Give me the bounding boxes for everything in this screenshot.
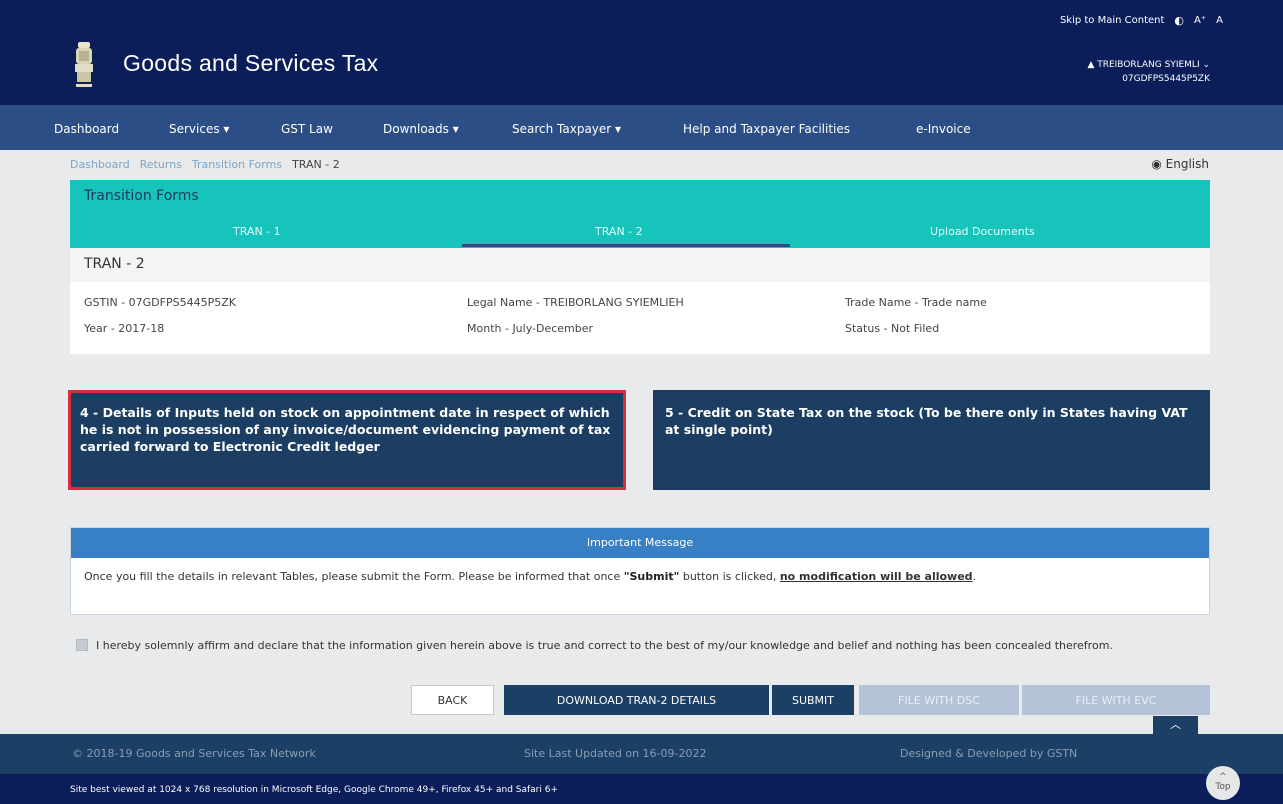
footer-designed: Designed & Developed by GSTN xyxy=(900,747,1078,760)
declaration-text: I hereby solemnly affirm and declare tha… xyxy=(96,639,1113,652)
file-with-dsc-button[interactable]: FILE WITH DSC xyxy=(859,685,1019,715)
month-value: Month - July-December xyxy=(467,322,594,335)
font-increase-button[interactable]: A⁺ xyxy=(1194,15,1206,26)
year-value: Year - 2017-18 xyxy=(84,322,165,335)
download-tran2-button[interactable]: DOWNLOAD TRAN-2 DETAILS xyxy=(504,685,769,715)
back-to-top-button[interactable]: ^ Top xyxy=(1206,766,1240,800)
breadcrumb: Dashboard Returns Transition Forms TRAN … xyxy=(70,158,340,171)
chevron-up-icon[interactable]: ︿ xyxy=(1153,716,1198,734)
skip-to-main-link[interactable]: Skip to Main Content xyxy=(1060,15,1164,26)
top-label: Top xyxy=(1215,782,1231,792)
language-selector[interactable]: ◉ English xyxy=(1151,157,1209,171)
font-normal-button[interactable]: A xyxy=(1216,15,1223,26)
tab-upload-documents[interactable]: Upload Documents xyxy=(930,225,1035,238)
file-with-evc-button[interactable]: FILE WITH EVC xyxy=(1022,685,1210,715)
form-details: TRAN - 2 GSTIN - 07GDFPS5445P5ZK Legal N… xyxy=(70,248,1210,354)
main-nav: Dashboard Services ▾ GST Law Downloads ▾… xyxy=(0,105,1283,150)
nav-gst-law[interactable]: GST Law xyxy=(281,122,333,136)
breadcrumb-dashboard[interactable]: Dashboard xyxy=(70,158,130,171)
nav-help-facilities[interactable]: Help and Taxpayer Facilities xyxy=(683,122,850,136)
submit-button[interactable]: SUBMIT xyxy=(772,685,854,715)
status-value: Status - Not Filed xyxy=(845,322,940,335)
trade-name-value: Trade Name - Trade name xyxy=(845,296,987,309)
breadcrumb-returns[interactable]: Returns xyxy=(140,158,182,171)
browser-note: Site best viewed at 1024 x 768 resolutio… xyxy=(70,785,559,795)
arrow-up-icon: ^ xyxy=(1219,772,1227,782)
footer-note-bar: Site best viewed at 1024 x 768 resolutio… xyxy=(0,774,1283,804)
utility-links: Skip to Main Content ◐ A⁺ A xyxy=(1060,14,1223,27)
breadcrumb-transition-forms[interactable]: Transition Forms xyxy=(192,158,282,171)
nav-e-invoice[interactable]: e-Invoice xyxy=(916,122,971,136)
nav-search-taxpayer[interactable]: Search Taxpayer ▾ xyxy=(512,122,621,136)
back-button[interactable]: BACK xyxy=(411,685,494,715)
active-tab-indicator xyxy=(462,244,790,247)
language-label: English xyxy=(1165,157,1209,171)
site-title[interactable]: Goods and Services Tax xyxy=(123,50,378,77)
tile-table-5[interactable]: 5 - Credit on State Tax on the stock (To… xyxy=(653,390,1210,490)
tab-tran-1[interactable]: TRAN - 1 xyxy=(233,225,281,238)
important-message-text: Once you fill the details in relevant Ta… xyxy=(84,570,977,583)
gstin-value: GSTIN - 07GDFPS5445P5ZK xyxy=(84,296,236,309)
user-menu[interactable]: ▲ TREIBORLANG SYIEMLI ⌄ 07GDFPS5445P5ZK xyxy=(1087,58,1210,86)
user-gstin: 07GDFPS5445P5ZK xyxy=(1122,74,1210,84)
declaration-checkbox[interactable] xyxy=(76,639,88,651)
legal-name-value: Legal Name - TREIBORLANG SYIEMLIEH xyxy=(467,296,684,309)
transition-forms-panel: Transition Forms TRAN - 1 TRAN - 2 Uploa… xyxy=(70,180,1210,248)
nav-dashboard[interactable]: Dashboard xyxy=(54,122,119,136)
important-message-title: Important Message xyxy=(71,528,1209,558)
national-emblem-icon xyxy=(75,42,93,87)
contrast-icon[interactable]: ◐ xyxy=(1174,14,1184,27)
declaration: I hereby solemnly affirm and declare tha… xyxy=(76,638,1196,654)
footer-copyright: © 2018-19 Goods and Services Tax Network xyxy=(72,747,316,760)
tab-tran-2[interactable]: TRAN - 2 xyxy=(595,225,643,238)
form-title: TRAN - 2 xyxy=(70,248,1210,282)
tile-table-4[interactable]: 4 - Details of Inputs held on stock on a… xyxy=(68,390,626,490)
user-name[interactable]: ▲ TREIBORLANG SYIEMLI ⌄ xyxy=(1087,58,1210,72)
nav-downloads[interactable]: Downloads ▾ xyxy=(383,122,459,136)
footer-updated: Site Last Updated on 16-09-2022 xyxy=(524,747,707,760)
globe-icon: ◉ xyxy=(1151,157,1162,171)
nav-services[interactable]: Services ▾ xyxy=(169,122,229,136)
footer: © 2018-19 Goods and Services Tax Network… xyxy=(0,734,1283,774)
breadcrumb-current: TRAN - 2 xyxy=(292,158,340,171)
important-message: Important Message Once you fill the deta… xyxy=(70,527,1210,615)
site-header: Skip to Main Content ◐ A⁺ A Goods and Se… xyxy=(0,0,1283,105)
transition-forms-title: Transition Forms xyxy=(84,188,199,204)
